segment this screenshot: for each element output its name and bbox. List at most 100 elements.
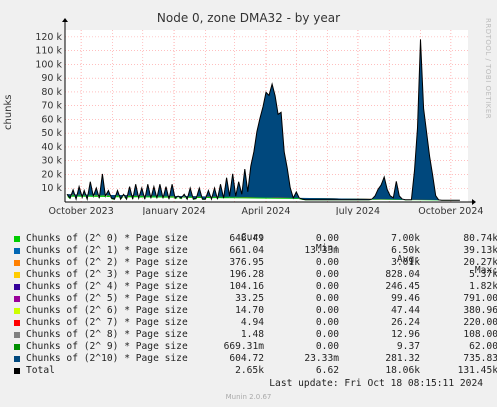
legend-row: Chunks of (2^ 2) * Page size 376.95 0.00 3.… <box>14 257 497 269</box>
legend-min: 0.00 <box>315 293 339 304</box>
legend-cur: 604.72 <box>229 353 264 364</box>
legend-label: Chunks of (2^ 5) * Page size <box>26 293 188 304</box>
legend-max: 108.00 <box>463 329 497 340</box>
y-tick-label: 90 k <box>41 73 62 84</box>
legend-max: 20.27k <box>463 257 497 268</box>
legend-min: 0.00 <box>315 305 339 316</box>
legend-label: Chunks of (2^ 8) * Page size <box>26 329 188 340</box>
legend-avg: 99.46 <box>391 293 420 304</box>
legend-swatch <box>14 320 20 326</box>
legend-min: 0.00 <box>315 317 339 328</box>
legend-header-row: Cur: Min: Avg: Max: <box>14 221 497 276</box>
legend-cur: 648.49 <box>229 233 264 244</box>
legend-min: 0.00 <box>315 329 339 340</box>
x-tick-label: July 2024 <box>335 206 380 215</box>
legend-max: 131.45k <box>457 365 497 376</box>
legend-cur: 1.48 <box>240 329 264 340</box>
legend-max: 5.37k <box>469 269 497 280</box>
y-tick-label: 50 k <box>41 128 62 139</box>
legend-avg: 246.45 <box>385 281 420 292</box>
legend-avg: 9.37 <box>396 341 420 352</box>
legend-cur: 33.25 <box>235 293 264 304</box>
legend-avg: 3.01k <box>391 257 420 268</box>
legend-cur: 669.31m <box>223 341 264 352</box>
legend-row: Chunks of (2^ 9) * Page size 669.31m 0.00 9… <box>14 341 497 353</box>
legend-row: Chunks of (2^ 1) * Page size 661.04 13.33m… <box>14 245 497 257</box>
legend-avg: 6.50k <box>391 245 420 256</box>
legend-row: Chunks of (2^ 0) * Page size 648.49 0.00 7.… <box>14 233 497 245</box>
x-tick-label: October 2023 <box>49 206 114 215</box>
legend-avg: 12.96 <box>391 329 420 340</box>
legend-min: 23.33m <box>304 353 339 364</box>
legend-avg: 7.00k <box>391 233 420 244</box>
legend-avg: 281.32 <box>385 353 420 364</box>
legend-avg: 828.04 <box>385 269 420 280</box>
legend-swatch <box>14 332 20 338</box>
legend-cur: 376.95 <box>229 257 264 268</box>
y-tick-label: 70 k <box>41 101 62 112</box>
legend-row: Chunks of (2^10) * Page size 604.72 23.33m… <box>14 353 497 365</box>
x-axis-arrow <box>472 199 476 205</box>
legend-label: Chunks of (2^ 2) * Page size <box>26 257 188 268</box>
legend-cur: 2.65k <box>235 365 264 376</box>
y-tick-label: 80 k <box>41 87 62 98</box>
legend-cur: 196.28 <box>229 269 264 280</box>
legend-max: 1.82k <box>469 281 497 292</box>
legend-label: Chunks of (2^ 1) * Page size <box>26 245 188 256</box>
legend-cur: 14.70 <box>235 305 264 316</box>
legend-swatch <box>14 260 20 266</box>
legend-row: Chunks of (2^ 8) * Page size 1.48 0.00 12.9… <box>14 329 497 341</box>
legend-label: Chunks of (2^10) * Page size <box>26 353 188 364</box>
y-tick-label: 100 k <box>35 59 62 70</box>
y-tick-label: 60 k <box>41 114 62 125</box>
legend-cur: 661.04 <box>229 245 264 256</box>
legend-row: Chunks of (2^ 4) * Page size 104.16 0.00 24… <box>14 281 497 293</box>
legend-max: 80.74k <box>463 233 497 244</box>
legend-min: 0.00 <box>315 341 339 352</box>
legend-cur: 104.16 <box>229 281 264 292</box>
x-tick-label: April 2024 <box>242 206 291 215</box>
legend-swatch <box>14 248 20 254</box>
legend-label: Total <box>26 365 55 376</box>
legend-min: 0.00 <box>315 233 339 244</box>
legend-avg: 47.44 <box>391 305 420 316</box>
legend-max: 735.83 <box>463 353 497 364</box>
legend-cur: 4.94 <box>240 317 264 328</box>
y-tick-label: 40 k <box>41 142 62 153</box>
legend-max: 220.00 <box>463 317 497 328</box>
chart-svg: 10 k 20 k 30 k 40 k 50 k 60 k 70 k 80 k 90 k 100 … <box>35 18 483 215</box>
legend-min: 6.62 <box>315 365 339 376</box>
legend-row: Chunks of (2^ 7) * Page size 4.94 0.00 26.2… <box>14 317 497 329</box>
munin-version: Munin 2.0.67 <box>225 393 272 401</box>
legend-min: 0.00 <box>315 269 339 280</box>
legend-max: 62.00 <box>469 341 497 352</box>
legend-swatch <box>14 344 20 350</box>
legend-swatch <box>14 236 20 242</box>
legend-min: 0.00 <box>315 281 339 292</box>
last-update: Last update: Fri Oct 18 08:15:11 2024 <box>269 378 483 389</box>
legend-max: 380.96 <box>463 305 497 316</box>
legend-min: 0.00 <box>315 257 339 268</box>
legend-label: Chunks of (2^ 0) * Page size <box>26 233 188 244</box>
y-tick-label: 30 k <box>41 156 62 167</box>
legend-max: 39.13k <box>463 245 497 256</box>
y-tick-label: 110 k <box>35 46 62 57</box>
legend-label: Chunks of (2^ 6) * Page size <box>26 305 188 316</box>
x-tick-label: January 2024 <box>141 206 205 215</box>
legend-label: Chunks of (2^ 4) * Page size <box>26 281 188 292</box>
legend-swatch <box>14 356 20 362</box>
legend-swatch <box>14 296 20 302</box>
legend-row: Chunks of (2^ 6) * Page size 14.70 0.00 47.… <box>14 305 497 317</box>
y-tick-label: 120 k <box>35 32 62 43</box>
legend-max: 791.00 <box>463 293 497 304</box>
y-tick-label: 10 k <box>41 183 62 194</box>
legend-label: Chunks of (2^ 9) * Page size <box>26 341 188 352</box>
legend-row: Chunks of (2^ 3) * Page size 196.28 0.00 82… <box>14 269 497 281</box>
legend-rows: Chunks of (2^ 0) * Page size 648.49 0.00 7.… <box>14 233 497 377</box>
legend-avg: 18.06k <box>385 365 420 376</box>
legend-row: Chunks of (2^ 5) * Page size 33.25 0.00 99.… <box>14 293 497 305</box>
legend-row: Total 2.65k 6.62 18.06k 131.45k <box>14 365 497 377</box>
legend-label: Chunks of (2^ 3) * Page size <box>26 269 188 280</box>
legend-swatch <box>14 368 20 374</box>
legend-label: Chunks of (2^ 7) * Page size <box>26 317 188 328</box>
